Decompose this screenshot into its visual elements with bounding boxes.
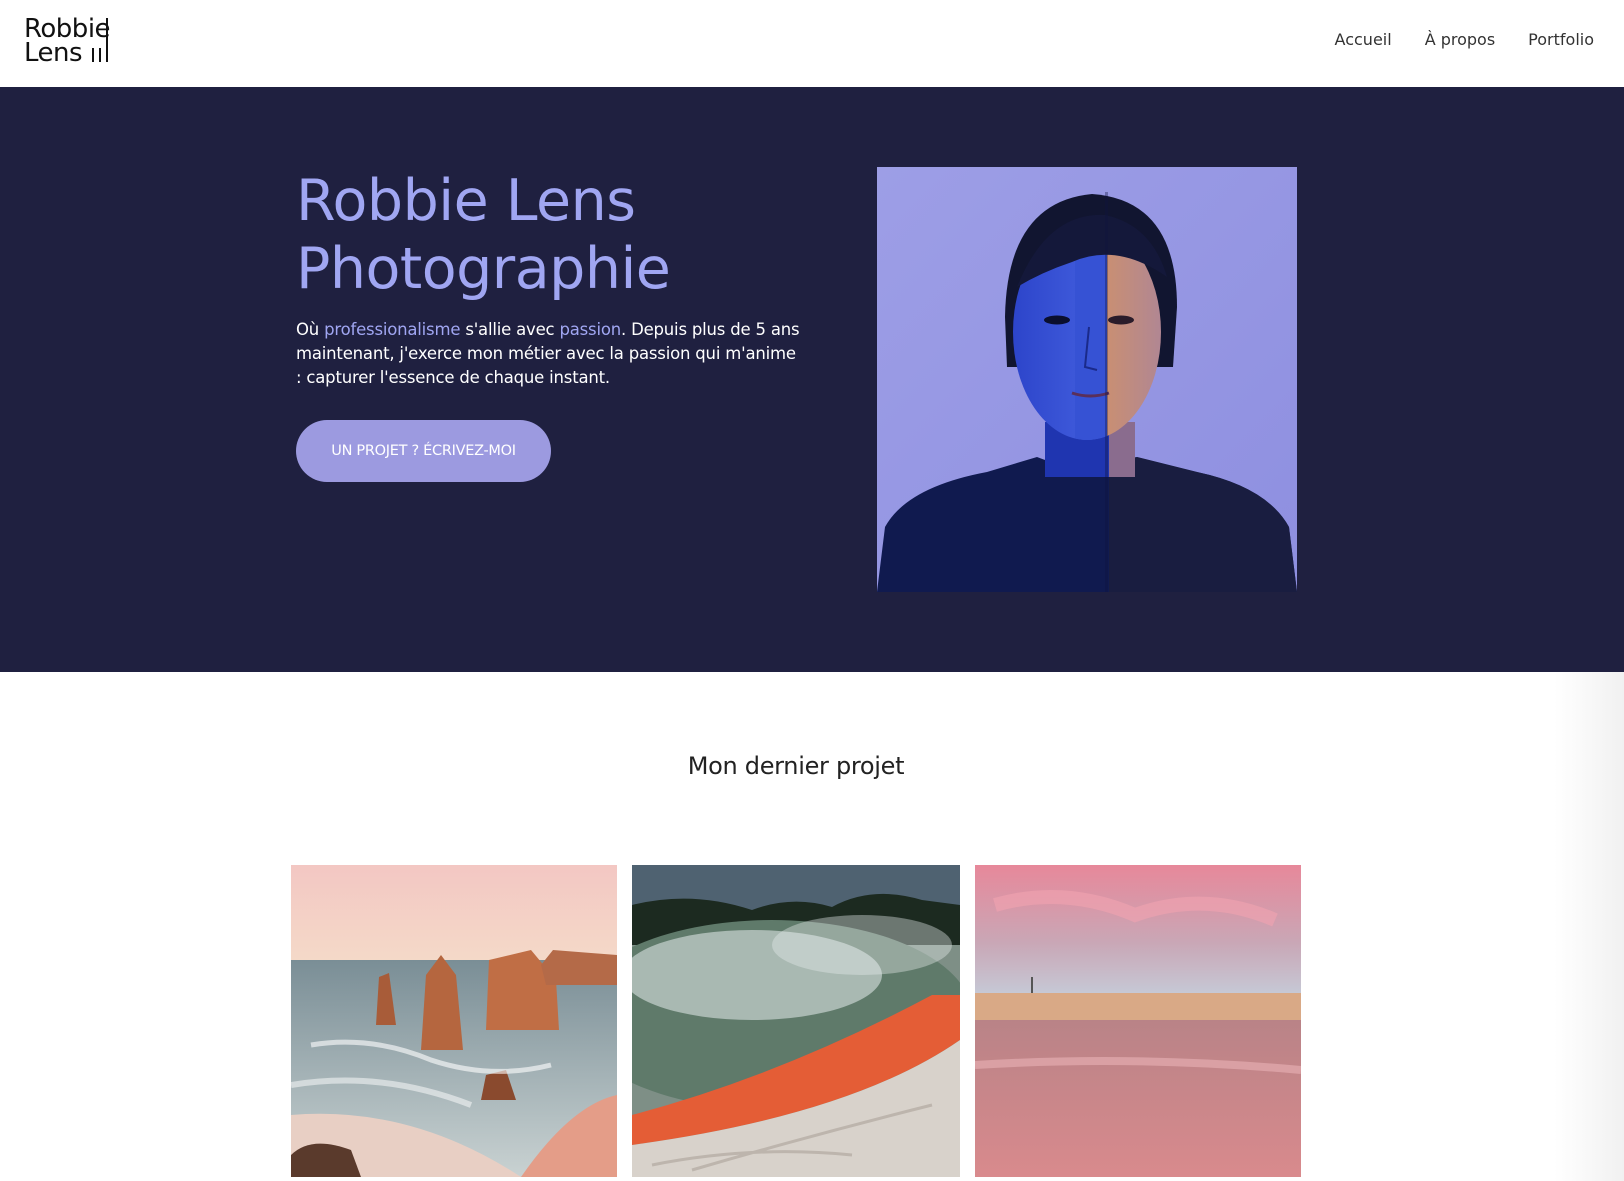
page-edge-shadow — [1554, 672, 1624, 1181]
hero-title: Robbie Lens Photographie — [296, 167, 671, 303]
sea-stacks-icon — [291, 865, 617, 1177]
brand-logo[interactable]: Robbie Lens — [24, 14, 124, 70]
hero-description: Où professionalisme s'allie avec passion… — [296, 318, 806, 390]
logo-text-line2: Lens — [24, 38, 83, 68]
project-section-title: Mon dernier projet — [687, 752, 905, 780]
contact-cta-button[interactable]: UN PROJET ? ÉCRIVEZ-MOI — [296, 420, 551, 482]
nav-link-portfolio[interactable]: Portfolio — [1528, 30, 1594, 49]
hero-section: Robbie Lens Photographie Où professional… — [0, 87, 1624, 672]
beach-sunset-icon — [975, 865, 1301, 1177]
hero-highlight-passion: passion — [559, 320, 621, 339]
logo-bar — [99, 48, 101, 62]
hero-text-part: s'allie avec — [460, 320, 560, 339]
nav-link-accueil[interactable]: Accueil — [1335, 30, 1392, 49]
site-header: Robbie Lens Accueil À propos Portfolio — [0, 0, 1624, 87]
nav-link-a-propos[interactable]: À propos — [1425, 30, 1495, 49]
hero-title-line1: Robbie Lens — [296, 168, 636, 234]
logo-bar — [92, 48, 94, 62]
gallery-image-sea-stacks[interactable] — [291, 865, 617, 1177]
portrait-photo — [877, 167, 1297, 592]
hot-spring-icon — [632, 865, 960, 1177]
main-nav: Accueil À propos Portfolio — [1335, 30, 1594, 49]
hero-highlight-professionalisme: professionalisme — [324, 320, 461, 339]
gallery-image-beach-sunset[interactable] — [975, 865, 1301, 1177]
gallery-image-hot-spring[interactable] — [632, 865, 960, 1177]
hero-title-line2: Photographie — [296, 236, 671, 302]
hero-text-part: Où — [296, 320, 325, 339]
logo-bar — [106, 18, 108, 62]
